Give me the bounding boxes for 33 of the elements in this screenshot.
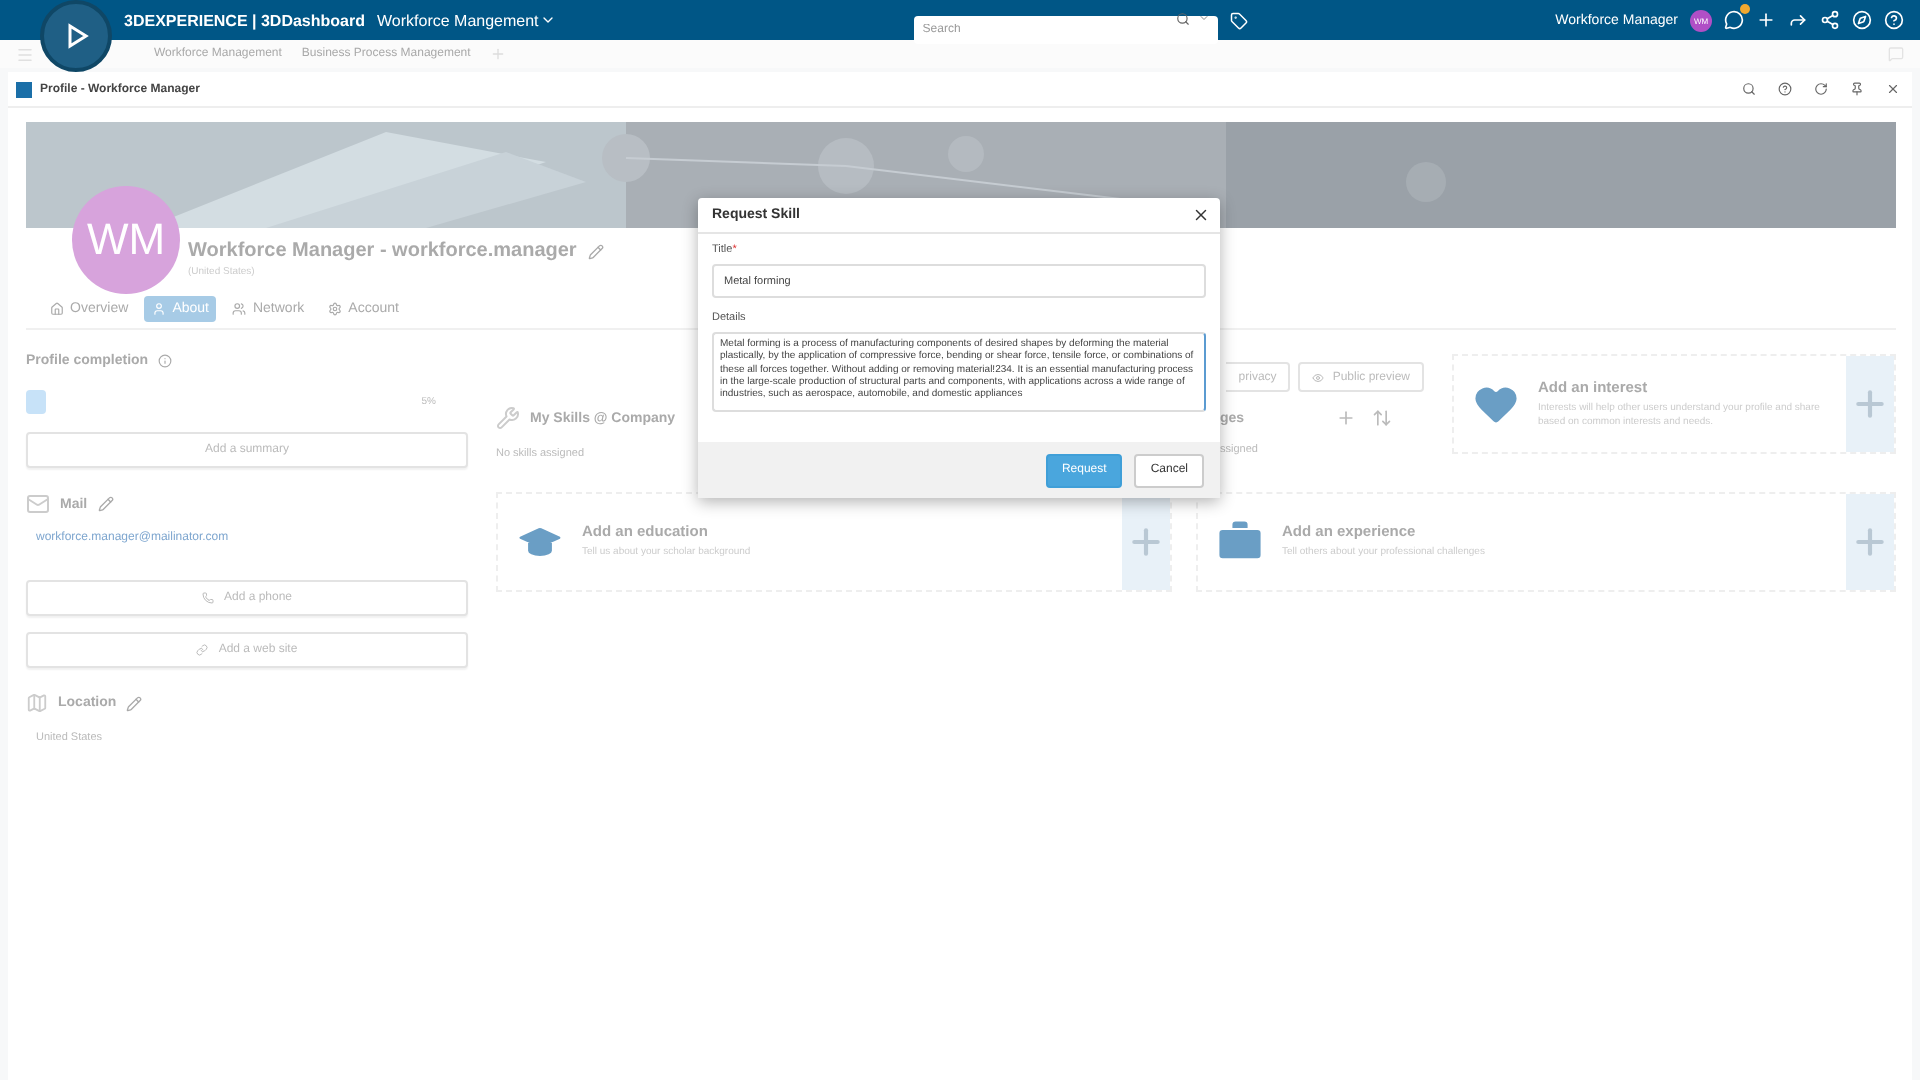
user-icon [152,302,167,316]
close-icon[interactable] [1192,206,1210,224]
compass-icon[interactable] [1852,10,1872,30]
close-icon[interactable] [1886,82,1900,96]
network-icon[interactable] [1820,10,1840,30]
app-icon [16,81,32,97]
tools-icon [496,406,520,430]
profile-avatar: WM [72,186,180,294]
users-icon [232,302,247,316]
phone-icon [201,592,214,604]
gear-icon [328,302,343,316]
search-icon[interactable] [1176,12,1191,26]
brand-title: 3DEXPERIENCE | 3DDashboard [124,11,365,29]
mail-icon [26,492,50,516]
profile-name: Workforce Manager - workforce.manager [188,240,577,262]
plus-icon [1850,384,1890,424]
help-icon[interactable] [1778,82,1792,96]
dashboard-menu[interactable]: Workforce Mangement [377,11,557,29]
eye-icon [1312,371,1325,383]
home-icon [50,302,64,316]
plus-icon [1850,522,1890,562]
chevron-down-icon [540,12,557,28]
info-icon [158,354,173,368]
plus-icon [1126,522,1166,562]
search-icon[interactable] [1742,82,1756,96]
chevron-down-icon[interactable] [1198,12,1211,24]
link-icon [196,644,209,656]
refresh-icon[interactable] [1814,82,1828,96]
pin-icon[interactable] [1850,82,1864,96]
map-icon [26,692,48,714]
plus-icon[interactable] [1756,10,1776,30]
tag-icon[interactable] [1230,11,1249,29]
share-icon[interactable] [1788,10,1808,30]
